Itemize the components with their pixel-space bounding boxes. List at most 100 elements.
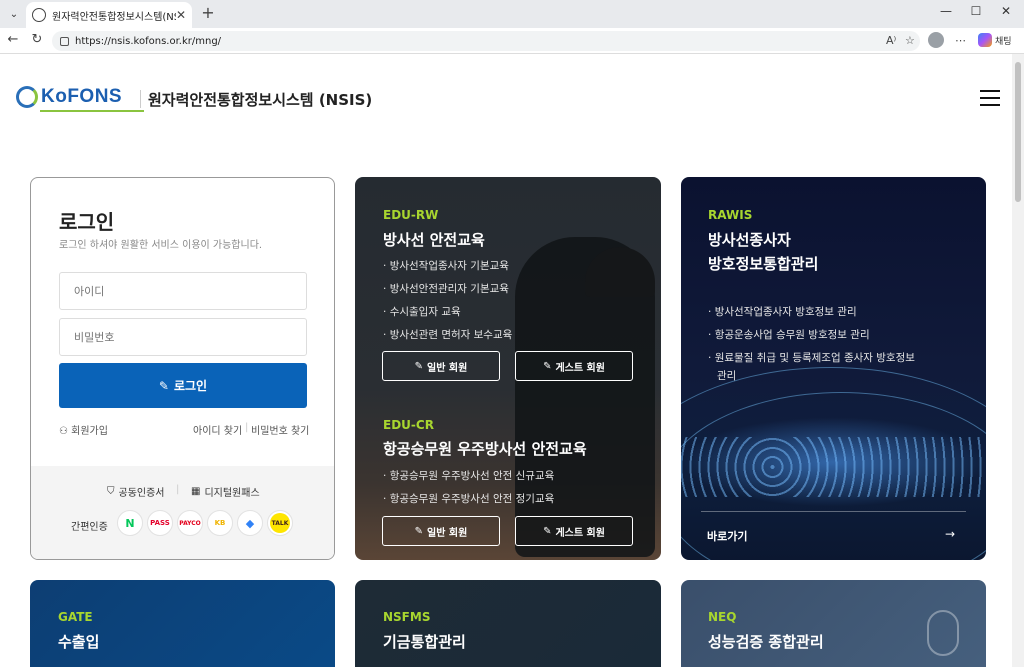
rawis-card[interactable]: RAWIS 방사선종사자 방호정보통합관리 · 방사선작업종사자 방호정보 관리…	[681, 177, 986, 560]
edu-rw-code: EDU-RW	[383, 208, 439, 222]
toss-icon[interactable]: ◆	[237, 510, 263, 536]
arrow-right-icon[interactable]: →	[945, 527, 955, 541]
edu-rw-bullet: · 방사선안전관리자 기본교육	[383, 283, 509, 295]
login-subtitle: 로그인 하셔야 원활한 서비스 이용이 가능합니다.	[59, 240, 263, 251]
edu-cr-general-button[interactable]: ✎ 일반 회원	[382, 516, 500, 546]
tab-actions-icon[interactable]: ⌄	[4, 4, 24, 24]
nsfms-title: 기금통합관리	[383, 633, 466, 651]
btn-label: 일반 회원	[427, 527, 468, 539]
btn-label: 게스트 회원	[555, 362, 605, 374]
edu-rw-guest-button[interactable]: ✎ 게스트 회원	[515, 351, 633, 381]
cert-link[interactable]: ⛉ 공동인증서	[107, 484, 165, 499]
digital-pass-link[interactable]: ▦ 디지털원패스	[191, 484, 260, 499]
rawis-title-line1: 방사선종사자	[708, 231, 791, 249]
browser-tab[interactable]: 원자력안전통합정보시스템(NSIS) ✕	[26, 2, 192, 28]
edu-rw-bullet: · 방사선작업종사자 기본교육	[383, 260, 509, 272]
find-password-link[interactable]: 비밀번호 찾기	[251, 422, 309, 437]
rawis-go-link[interactable]: 바로가기	[707, 528, 747, 544]
close-tab-icon[interactable]: ✕	[176, 8, 186, 22]
login-alt-section: ⛉ 공동인증서 | ▦ 디지털원패스 간편인증 N PASS PAYCO KB …	[31, 466, 334, 559]
address-bar: ← ↻ https://nsis.kofons.or.kr/mng/ A⁾ ☆ …	[0, 28, 1024, 54]
page-content: KoFONS 원자력안전통합정보시스템 (NSIS) 로그인 로그인 하셔야 원…	[0, 54, 1012, 667]
password-input[interactable]	[59, 318, 307, 356]
rawis-bullet-cont: 관리	[717, 370, 737, 382]
refresh-icon[interactable]: ↻	[28, 32, 46, 47]
tab-title: 원자력안전통합정보시스템(NSIS)	[52, 11, 176, 23]
copilot-icon	[978, 33, 992, 47]
edu-cr-guest-button[interactable]: ✎ 게스트 회원	[515, 516, 633, 546]
login-card: 로그인 로그인 하셔야 원활한 서비스 이용이 가능합니다. ✎ 로그인 ⚇ 회…	[30, 177, 335, 560]
lock-icon	[60, 36, 69, 46]
logo-underline	[40, 110, 144, 112]
rawis-title-line2: 방호정보통합관리	[708, 255, 819, 273]
link-divider: |	[245, 422, 249, 433]
scrollbar-thumb[interactable]	[1015, 62, 1021, 202]
find-id-link[interactable]: 아이디 찾기	[193, 422, 242, 437]
nsfms-card[interactable]: NSFMS 기금통합관리	[355, 580, 661, 667]
login-button[interactable]: ✎ 로그인	[59, 363, 307, 408]
back-icon[interactable]: ←	[4, 32, 22, 47]
url-field[interactable]: https://nsis.kofons.or.kr/mng/	[52, 31, 920, 51]
scrollbar[interactable]	[1012, 54, 1024, 667]
rawis-bullet: · 원료물질 취급 및 등록제조업 종사자 방호정보	[708, 352, 915, 364]
payco-icon[interactable]: PAYCO	[177, 510, 203, 536]
rawis-bullet: · 방사선작업종사자 방호정보 관리	[708, 306, 857, 318]
gate-card[interactable]: GATE 수출입	[30, 580, 335, 667]
payco-icon-label: PAYCO	[179, 519, 201, 527]
minimize-icon[interactable]: —	[936, 4, 956, 18]
close-window-icon[interactable]: ✕	[996, 4, 1016, 18]
id-input[interactable]	[59, 272, 307, 310]
tab-bar: ⌄ 원자력안전통합정보시스템(NSIS) ✕ + — ☐ ✕	[0, 0, 1024, 28]
signup-link[interactable]: ⚇ 회원가입	[59, 422, 108, 437]
logo-text: KoFONS	[41, 86, 123, 107]
neq-code: NEQ	[708, 610, 737, 624]
globe-icon	[32, 8, 46, 22]
more-icon[interactable]: ⋯	[955, 34, 966, 47]
edu-cr-bullet: · 항공승무원 우주방사선 안전 신규교육	[383, 470, 555, 482]
favorite-star-icon[interactable]: ☆	[905, 34, 915, 47]
signup-label: 회원가입	[71, 426, 108, 437]
copilot-label: 채팅	[995, 36, 1012, 47]
hamburger-menu-icon[interactable]	[980, 90, 1000, 106]
copilot-button[interactable]: 채팅	[978, 33, 1012, 47]
url-text: https://nsis.kofons.or.kr/mng/	[75, 35, 222, 47]
edu-cr-bullet: · 항공승무원 우주방사선 안전 정기교육	[383, 493, 555, 505]
kakao-icon[interactable]: TALK	[267, 510, 293, 536]
pass-icon-label: PASS	[150, 519, 170, 527]
easy-auth-label: 간편인증	[71, 522, 108, 533]
kofons-logo[interactable]: KoFONS	[16, 86, 144, 112]
browser-window: ⌄ 원자력안전통합정보시스템(NSIS) ✕ + — ☐ ✕ ← ↻ https…	[0, 0, 1024, 667]
cert-label: 공동인증서	[118, 488, 165, 499]
neq-title: 성능검증 종합관리	[708, 633, 824, 651]
pass-icon[interactable]: PASS	[147, 510, 173, 536]
login-button-label: 로그인	[173, 379, 208, 393]
kb-icon[interactable]: KB	[207, 510, 233, 536]
logo-mark-icon	[16, 86, 38, 108]
naver-icon[interactable]: N	[117, 510, 143, 536]
new-tab-icon[interactable]: +	[198, 4, 218, 24]
cert-divider: |	[176, 484, 180, 495]
kakao-icon-label: TALK	[270, 513, 290, 533]
profile-avatar[interactable]	[928, 32, 944, 48]
edu-rw-title: 방사선 안전교육	[383, 231, 485, 249]
divider	[701, 511, 966, 512]
user-icon: ⚇	[59, 426, 68, 437]
site-header: KoFONS 원자력안전통합정보시스템 (NSIS)	[0, 54, 1012, 144]
edu-cr-title: 항공승무원 우주방사선 안전교육	[383, 440, 587, 458]
pencil-icon: ✎	[158, 378, 169, 393]
naver-icon-label: N	[125, 516, 135, 530]
rawis-bullet: · 항공운송사업 승무원 방호정보 관리	[708, 329, 870, 341]
btn-label: 게스트 회원	[555, 527, 605, 539]
maximize-icon[interactable]: ☐	[966, 4, 986, 18]
toss-icon-label: ◆	[245, 516, 255, 530]
read-aloud-icon[interactable]: A⁾	[886, 34, 896, 47]
edu-card: EDU-RW 방사선 안전교육 · 방사선작업종사자 기본교육 · 방사선안전관…	[355, 177, 661, 560]
gate-title: 수출입	[58, 633, 100, 651]
neq-card[interactable]: NEQ 성능검증 종합관리	[681, 580, 986, 667]
edu-rw-bullet: · 방사선관련 면허자 보수교육	[383, 329, 513, 341]
pencil-icon: ✎	[414, 360, 424, 372]
edu-rw-general-button[interactable]: ✎ 일반 회원	[382, 351, 500, 381]
qr-icon: ▦	[191, 486, 201, 497]
edu-cr-code: EDU-CR	[383, 418, 434, 432]
btn-label: 일반 회원	[427, 362, 468, 374]
